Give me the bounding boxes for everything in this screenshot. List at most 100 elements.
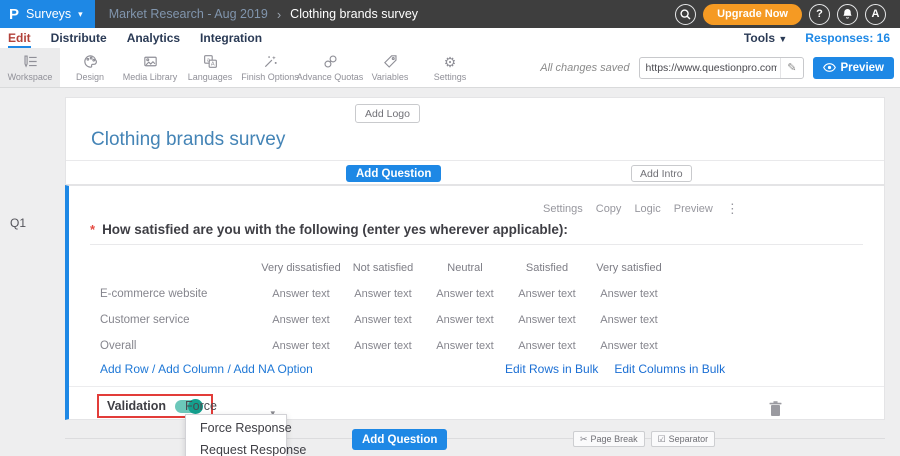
toolbar-item-finish-options[interactable]: Finish Options <box>240 48 300 87</box>
gear-icon: ⚙ <box>444 53 457 70</box>
bell-icon <box>842 8 853 20</box>
edit-columns-in-bulk-link[interactable]: Edit Columns in Bulk <box>614 362 725 376</box>
image-icon <box>142 53 159 70</box>
add-logo-button[interactable]: Add Logo <box>355 104 420 123</box>
surveys-menu-label: Surveys <box>26 7 71 21</box>
toolbar-item-languages[interactable]: Aa Languages <box>180 48 240 87</box>
separator-toggle[interactable]: ☑ Separator <box>651 431 716 447</box>
answer-cell[interactable]: Answer text <box>506 340 588 352</box>
column-header[interactable]: Very satisfied <box>588 262 670 274</box>
answer-cell[interactable]: Answer text <box>260 314 342 326</box>
required-asterisk-icon: * <box>90 222 95 237</box>
upgrade-now-button[interactable]: Upgrade Now <box>703 4 802 25</box>
link-separator: / <box>152 362 155 376</box>
preview-button[interactable]: Preview <box>813 57 894 79</box>
question-text[interactable]: How satisfied are you with the following… <box>102 222 568 237</box>
menu-item-force-response[interactable]: Force Response <box>186 417 286 439</box>
search-icon <box>680 9 691 20</box>
question-preview-link[interactable]: Preview <box>674 203 713 215</box>
answer-cell[interactable]: Answer text <box>506 288 588 300</box>
answer-cell[interactable]: Answer text <box>342 314 424 326</box>
survey-url-input[interactable] <box>640 62 781 74</box>
add-column-link[interactable]: Add Column <box>158 362 224 376</box>
menu-item-request-response[interactable]: Request Response <box>186 439 286 456</box>
answer-cell[interactable]: Answer text <box>260 340 342 352</box>
answer-cell[interactable]: Answer text <box>424 288 506 300</box>
help-button[interactable]: ? <box>809 4 830 25</box>
answer-cell[interactable]: Answer text <box>588 340 670 352</box>
toolbar-item-design[interactable]: Design <box>60 48 120 87</box>
edit-rows-in-bulk-link[interactable]: Edit Rows in Bulk <box>505 362 598 376</box>
more-options-icon[interactable]: ⋮ <box>726 201 739 217</box>
add-intro-button[interactable]: Add Intro <box>631 165 692 182</box>
row-label[interactable]: Overall <box>100 340 260 352</box>
responses-count[interactable]: Responses: 16 <box>805 31 890 45</box>
toolbar-item-media-library[interactable]: Media Library <box>120 48 180 87</box>
validation-type-menu: Force Response Request Response <box>185 414 287 456</box>
answer-cell[interactable]: Answer text <box>342 340 424 352</box>
page-break-button[interactable]: ✂ Page Break <box>573 431 645 447</box>
add-question-button-top[interactable]: Add Question <box>346 165 441 182</box>
breadcrumb-folder[interactable]: Market Research - Aug 2019 <box>109 7 268 21</box>
trash-icon <box>769 401 782 416</box>
add-row-link[interactable]: Add Row <box>100 362 149 376</box>
column-header[interactable]: Not satisfied <box>342 262 424 274</box>
toolbar-item-workspace[interactable]: Workspace <box>0 48 60 87</box>
answer-cell[interactable]: Answer text <box>424 340 506 352</box>
toolbar-item-settings[interactable]: ⚙ Settings <box>420 48 480 87</box>
questionpro-survey-editor: P Surveys ▾ Market Research - Aug 2019 ›… <box>0 0 900 456</box>
tools-menu[interactable]: Tools ▼ <box>744 31 787 45</box>
surveys-menu[interactable]: P Surveys ▾ <box>0 0 95 28</box>
chain-links-icon <box>322 53 339 70</box>
question-actions: Settings Copy Logic Preview ⋮ <box>543 201 739 217</box>
notifications-button[interactable] <box>837 4 858 25</box>
answer-cell[interactable]: Answer text <box>588 288 670 300</box>
section-tabs: Edit Distribute Analytics Integration To… <box>0 28 900 48</box>
column-header[interactable]: Very dissatisfied <box>260 262 342 274</box>
answer-cell[interactable]: Answer text <box>506 314 588 326</box>
matrix-table: Very dissatisfied Not satisfied Neutral … <box>69 255 884 359</box>
tab-integration[interactable]: Integration <box>200 29 262 48</box>
row-label[interactable]: Customer service <box>100 314 260 326</box>
matrix-row: E-commerce website Answer text Answer te… <box>69 281 884 307</box>
edit-url-pencil-icon[interactable]: ✎ <box>780 58 802 78</box>
question-logic-link[interactable]: Logic <box>634 203 660 215</box>
delete-question-button[interactable] <box>769 401 782 416</box>
tab-analytics[interactable]: Analytics <box>127 29 180 48</box>
survey-title[interactable]: Clothing brands survey <box>91 129 285 151</box>
divider <box>90 244 863 245</box>
topbar-actions: Upgrade Now ? A <box>675 4 900 25</box>
matrix-row: Overall Answer text Answer text Answer t… <box>69 333 884 359</box>
column-header[interactable]: Satisfied <box>506 262 588 274</box>
divider <box>69 386 884 387</box>
chevron-down-icon: ▾ <box>78 9 83 20</box>
save-status: All changes saved <box>540 62 629 74</box>
add-na-option-link[interactable]: Add NA Option <box>233 362 312 376</box>
question-settings-link[interactable]: Settings <box>543 203 583 215</box>
row-label[interactable]: E-commerce website <box>100 288 260 300</box>
tab-edit[interactable]: Edit <box>8 29 31 48</box>
toolbar-item-advance-quotas[interactable]: Advance Quotas <box>300 48 360 87</box>
checked-checkbox-icon: ☑ <box>658 434 666 445</box>
survey-url-box: ✎ <box>639 57 804 79</box>
workspace-icon <box>22 53 39 70</box>
answer-cell[interactable]: Answer text <box>342 288 424 300</box>
toolbar-item-variables[interactable]: Variables <box>360 48 420 87</box>
validation-label: Validation <box>107 399 166 413</box>
answer-cell[interactable]: Answer text <box>424 314 506 326</box>
tab-distribute[interactable]: Distribute <box>51 29 107 48</box>
editor-toolbar: Workspace Design Media Library Aa Langua… <box>0 48 900 88</box>
column-header[interactable]: Neutral <box>424 262 506 274</box>
answer-cell[interactable]: Answer text <box>588 314 670 326</box>
avatar[interactable]: A <box>865 4 886 25</box>
breadcrumb: Market Research - Aug 2019 › Clothing br… <box>109 7 418 22</box>
search-button[interactable] <box>675 4 696 25</box>
svg-text:A: A <box>210 62 214 68</box>
question-copy-link[interactable]: Copy <box>596 203 622 215</box>
scissors-icon: ✂ <box>580 434 588 445</box>
answer-cell[interactable]: Answer text <box>260 288 342 300</box>
breadcrumb-separator-icon: › <box>277 7 281 22</box>
top-navbar: P Surveys ▾ Market Research - Aug 2019 ›… <box>0 0 900 28</box>
add-question-button-bottom[interactable]: Add Question <box>352 429 447 450</box>
question-mark-icon: ? <box>816 8 823 20</box>
